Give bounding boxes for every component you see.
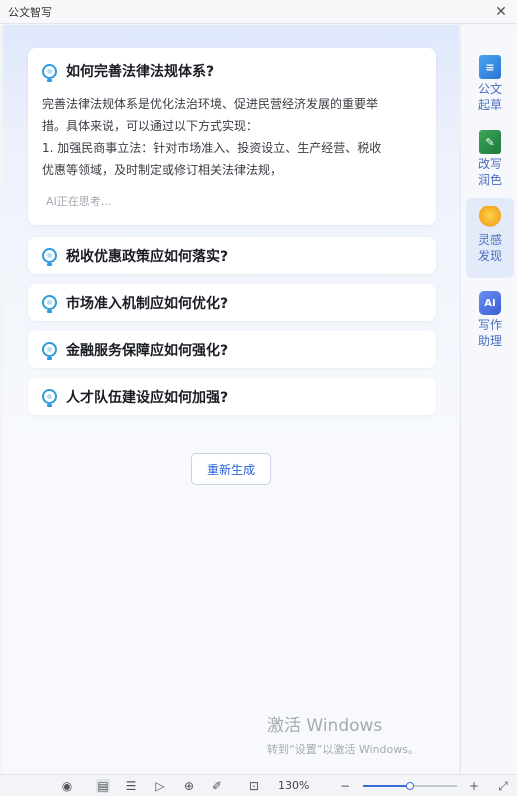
fullscreen-icon[interactable]: ⤢ [496, 779, 510, 793]
answer-text: 完善法律法规体系是优化法治环境、促进民营经济发展的重要举 措。具体来说，可以通过… [42, 93, 418, 181]
pen-icon[interactable]: ✐ [210, 779, 224, 793]
eye-icon[interactable]: ◉ [60, 779, 74, 793]
question-title: 金融服务保障应如何强化? [66, 342, 229, 359]
function-sidebar: ≡ 公文起草 ✎ 改写润色 · 灵感发现 AI 写作助理 [460, 25, 517, 774]
sidebar-item-polish[interactable]: ✎ 改写润色 [466, 122, 514, 202]
question-card[interactable]: 市场准入机制应如何优化? [28, 284, 436, 321]
status-bar: ◉ ▤ ☰ ▷ ⊕ ✐ ⊡ 130% − + ⤢ [0, 774, 517, 796]
inspiration-panel: 如何完善法律法规体系? 完善法律法规体系是优化法治环境、促进民营经济发展的重要举… [3, 25, 459, 774]
sidebar-item-assistant[interactable]: AI 写作助理 [466, 283, 514, 363]
answer-line: 措。具体来说，可以通过以下方式实现： [42, 119, 259, 133]
answer-line: 完善法律法规体系是优化法治环境、促进民营经济发展的重要举 [42, 97, 379, 111]
question-title: 市场准入机制应如何优化? [66, 295, 229, 312]
zoom-slider[interactable] [363, 782, 457, 790]
globe-icon[interactable]: ⊕ [182, 779, 196, 793]
zoom-out-icon[interactable]: − [338, 779, 352, 793]
question-card[interactable]: 人才队伍建设应如何加强? [28, 378, 436, 415]
lightbulb-icon [42, 63, 57, 82]
close-icon[interactable]: ✕ [493, 4, 509, 20]
sidebar-item-label: 写作助理 [477, 318, 502, 348]
question-title: 如何完善法律法规体系? [66, 64, 215, 80]
watermark-line: 转到“设置”以激活 Windows。 [267, 743, 419, 756]
window-titlebar: 公文智写 ✕ [0, 0, 517, 24]
lightbulb-icon [42, 295, 57, 313]
answer-line: 优惠等领域，及时制定或修订相关法律法规， [42, 163, 283, 177]
sidebar-item-label: 灵感发现 [477, 233, 502, 263]
lightbulb-icon [42, 342, 57, 360]
zoom-in-icon[interactable]: + [467, 779, 481, 793]
lightbulb-icon [42, 389, 57, 407]
activation-watermark: 激活 Windows 转到“设置”以激活 Windows。 [267, 711, 419, 757]
question-card-expanded[interactable]: 如何完善法律法规体系? 完善法律法规体系是优化法治环境、促进民营经济发展的重要举… [28, 48, 436, 225]
question-title: 税收优惠政策应如何落实? [66, 248, 229, 265]
sidebar-item-label: 改写润色 [477, 157, 502, 187]
outline-icon[interactable]: ☰ [124, 779, 138, 793]
answer-line: 1. 加强民商事立法：针对市场准入、投资设立、生产经营、税收 [42, 141, 382, 155]
edit-pen-icon: ✎ [479, 130, 501, 154]
window-title: 公文智写 [8, 5, 52, 19]
draft-document-icon: ≡ [479, 55, 501, 79]
page-view-icon[interactable]: ▤ [96, 779, 110, 793]
ai-assistant-icon: AI [479, 291, 501, 315]
watermark-line: 激活 Windows [267, 716, 383, 736]
question-card[interactable]: 金融服务保障应如何强化? [28, 331, 436, 368]
question-title: 人才队伍建设应如何加强? [66, 389, 229, 406]
sidebar-item-label: 公文起草 [477, 82, 502, 112]
fit-page-icon[interactable]: ⊡ [247, 779, 261, 793]
lightbulb-icon [42, 248, 57, 266]
sidebar-item-inspiration[interactable]: · 灵感发现 [466, 198, 514, 278]
zoom-level[interactable]: 130% [278, 779, 309, 792]
thinking-status: AI正在思考... [46, 195, 112, 208]
zoom-slider-fill [363, 785, 410, 787]
play-icon[interactable]: ▷ [153, 779, 167, 793]
regenerate-button[interactable]: 重新生成 [191, 453, 271, 485]
question-header: 如何完善法律法规体系? [42, 61, 418, 82]
sidebar-item-draft[interactable]: ≡ 公文起草 [466, 47, 514, 127]
zoom-slider-handle[interactable] [406, 782, 414, 790]
lightbulb-icon: · [479, 206, 501, 230]
question-card[interactable]: 税收优惠政策应如何落实? [28, 237, 436, 274]
